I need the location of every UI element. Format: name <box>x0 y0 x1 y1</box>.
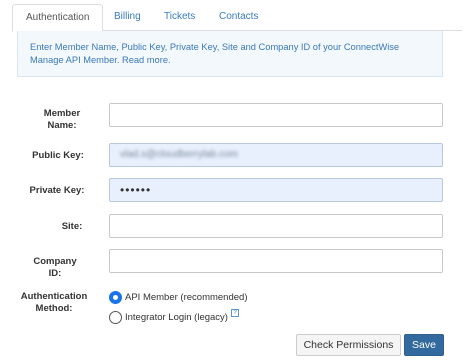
radio-api-member[interactable]: API Member (recommended) <box>109 289 247 305</box>
public-key-label: Public Key: <box>32 150 84 161</box>
tab-contacts[interactable]: Contacts <box>219 4 258 31</box>
tab-bar: Authentication Billing Tickets Contacts <box>12 4 462 32</box>
radio-api-member-label: API Member (recommended) <box>125 291 248 303</box>
tab-billing[interactable]: Billing <box>114 4 141 31</box>
public-key-value: vlad.s@cloudberrylab.com <box>120 149 238 160</box>
tab-tickets[interactable]: Tickets <box>164 4 195 31</box>
site-field[interactable] <box>109 214 443 238</box>
auth-method-label: Authentication Method: <box>20 291 88 314</box>
tab-authentication[interactable]: Authentication <box>12 4 104 32</box>
company-id-field[interactable] <box>109 249 443 273</box>
radio-integrator-login[interactable]: Integrator Login (legacy) ? <box>109 309 239 325</box>
info-text: Enter Member Name, Public Key, Private K… <box>30 42 400 65</box>
help-icon[interactable]: ? <box>230 309 239 317</box>
private-key-field[interactable]: •••••• <box>109 178 443 202</box>
read-more-link[interactable]: Read more. <box>122 55 171 65</box>
radio-button-checked[interactable] <box>109 290 122 304</box>
check-permissions-button[interactable]: Check Permissions <box>296 334 401 356</box>
member-name-field[interactable] <box>109 103 443 127</box>
info-box: Enter Member Name, Public Key, Private K… <box>17 31 443 77</box>
site-label: Site: <box>61 221 83 232</box>
private-key-value: •••••• <box>120 183 152 197</box>
radio-button-unchecked[interactable] <box>109 310 122 324</box>
company-id-label: Company ID: <box>33 256 77 279</box>
save-button[interactable]: Save <box>404 334 444 356</box>
private-key-label: Private Key: <box>29 185 85 196</box>
public-key-field[interactable]: vlad.s@cloudberrylab.com <box>109 143 443 167</box>
radio-integrator-login-label: Integrator Login (legacy) <box>125 311 228 323</box>
member-name-label: Member Name: <box>43 108 81 131</box>
